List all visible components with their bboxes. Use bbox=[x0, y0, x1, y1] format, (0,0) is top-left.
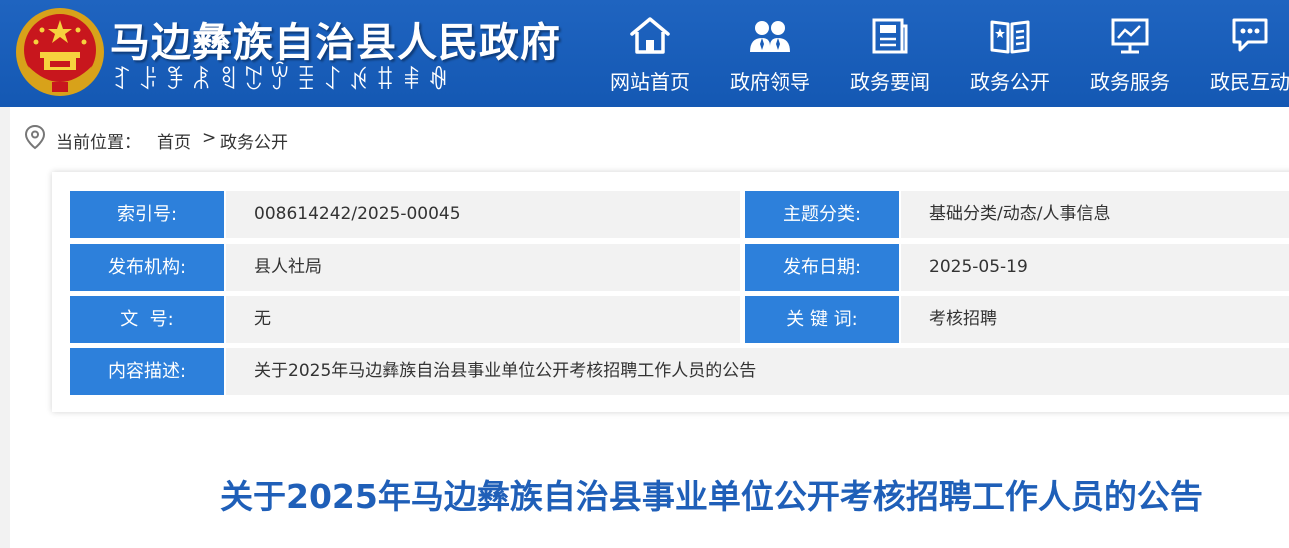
nav-label: 政务要闻 bbox=[850, 70, 930, 94]
site-header: 马边彝族自治县人民政府 ꆈꌠꊈꂿꑠꇖꏭꀨꋍꉌꐚꑌꊿ 网站首页 政府领导 政务要闻… bbox=[0, 0, 1289, 107]
nav-item-home[interactable]: 网站首页 bbox=[590, 0, 710, 107]
national-emblem-icon bbox=[16, 8, 104, 96]
book-icon bbox=[990, 20, 1030, 54]
nav-item-leaders[interactable]: 政府领导 bbox=[710, 0, 830, 107]
topic-key: 主题分类: bbox=[745, 191, 899, 238]
publisher-key: 发布机构: bbox=[70, 244, 224, 291]
monitor-icon bbox=[1111, 18, 1149, 54]
doc-no-value: 无 bbox=[226, 296, 740, 343]
site-title[interactable]: 马边彝族自治县人民政府 bbox=[110, 10, 561, 68]
breadcrumb-home-link[interactable]: 首页 bbox=[157, 128, 191, 153]
topic-value: 基础分类/动态/人事信息 bbox=[901, 191, 1289, 238]
article-title: 关于2025年马边彝族自治县事业单位公开考核招聘工作人员的公告 bbox=[220, 477, 1203, 516]
leaders-icon bbox=[750, 21, 790, 52]
chat-icon bbox=[1232, 18, 1268, 52]
left-edge-bar bbox=[0, 107, 10, 548]
nav-item-gov-service[interactable]: 政务服务 bbox=[1070, 0, 1190, 107]
document-info-card: 索引号: 008614242/2025-00045 主题分类: 基础分类/动态/… bbox=[52, 172, 1289, 412]
nav-item-news[interactable]: 政务要闻 bbox=[830, 0, 950, 107]
nav-item-interaction[interactable]: 政民互动 bbox=[1190, 0, 1289, 107]
date-value: 2025-05-19 bbox=[901, 244, 1289, 291]
breadcrumb-current-link[interactable]: 政务公开 bbox=[220, 128, 288, 153]
breadcrumb-separator: > bbox=[202, 128, 217, 148]
nav-label: 政务公开 bbox=[970, 70, 1050, 94]
description-value: 关于2025年马边彝族自治县事业单位公开考核招聘工作人员的公告 bbox=[226, 348, 1289, 395]
doc-no-key: 文 号: bbox=[70, 296, 224, 343]
nav-label: 政府领导 bbox=[730, 70, 810, 94]
location-pin-icon bbox=[24, 124, 46, 150]
date-key: 发布日期: bbox=[745, 244, 899, 291]
nav-label: 网站首页 bbox=[610, 70, 690, 94]
keywords-value: 考核招聘 bbox=[901, 296, 1289, 343]
index-no-value: 008614242/2025-00045 bbox=[226, 191, 740, 238]
description-key: 内容描述: bbox=[70, 348, 224, 395]
publisher-value: 县人社局 bbox=[226, 244, 740, 291]
breadcrumb-label: 当前位置： bbox=[56, 133, 141, 153]
nav-item-gov-open[interactable]: 政务公开 bbox=[950, 0, 1070, 107]
index-no-key: 索引号: bbox=[70, 191, 224, 238]
news-icon bbox=[872, 18, 908, 54]
nav-label: 政民互动 bbox=[1210, 70, 1289, 94]
keywords-key: 关 键 词: bbox=[745, 296, 899, 343]
site-title-yi: ꆈꌠꊈꂿꑠꇖꏭꀨꋍꉌꐚꑌꊿ bbox=[112, 66, 455, 96]
home-icon bbox=[630, 17, 670, 54]
nav-label: 政务服务 bbox=[1090, 70, 1170, 94]
